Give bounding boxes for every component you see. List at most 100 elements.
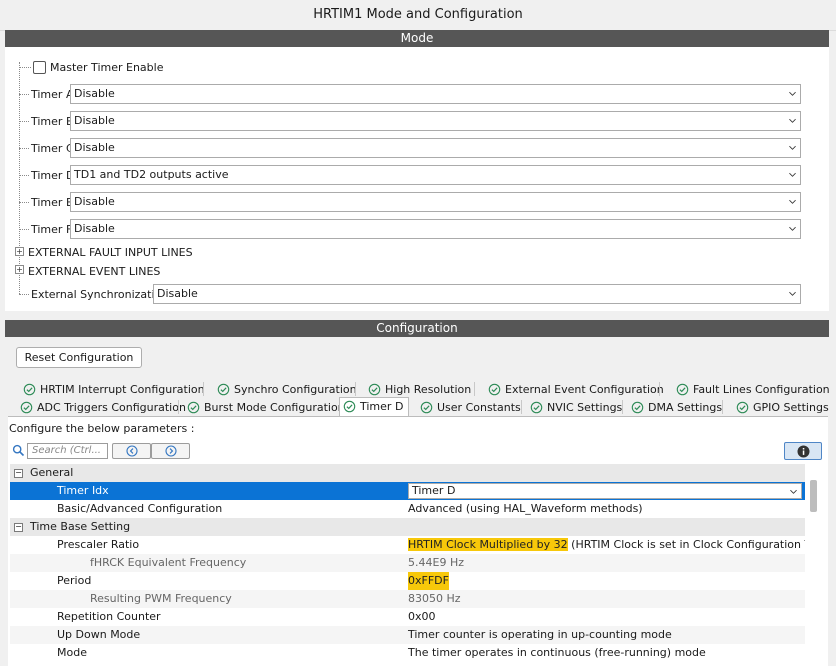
search-input[interactable]: Search (Ctrl... — [27, 443, 108, 459]
chevron-down-icon — [789, 91, 796, 96]
timer-d-label: Timer D — [31, 169, 75, 182]
tab-label: NVIC Settings — [547, 401, 623, 414]
info-button[interactable] — [784, 442, 822, 460]
mode-section-header: Mode — [5, 30, 829, 47]
check-circle-icon — [676, 383, 689, 396]
collapse-minus-icon[interactable]: − — [14, 469, 23, 478]
chevron-down-icon — [789, 226, 796, 231]
ext-sync-select[interactable]: Disable — [153, 284, 801, 304]
event-lines-node[interactable]: EXTERNAL EVENT LINES — [28, 265, 160, 278]
tab-timer-d[interactable]: Timer D — [339, 397, 409, 417]
tab-adc-triggers[interactable]: ADC Triggers Configuration — [17, 399, 186, 416]
param-row-mode[interactable]: Mode The timer operates in continuous (f… — [10, 644, 805, 662]
tab-nvic-settings[interactable]: NVIC Settings — [527, 399, 622, 416]
param-row-period[interactable]: Period 0xFFDF — [10, 572, 805, 590]
param-name: Basic/Advanced Configuration — [57, 502, 223, 515]
param-value-highlighted: 0xFFDF — [408, 572, 449, 590]
search-next-button[interactable] — [151, 443, 190, 459]
param-row-prescaler[interactable]: Prescaler Ratio HRTIM Clock Multiplied b… — [10, 536, 805, 554]
chevron-down-icon — [790, 489, 797, 494]
tab-separator — [659, 382, 660, 396]
table-scrollbar[interactable] — [810, 480, 817, 512]
tree-branch — [19, 121, 29, 122]
tab-user-constants[interactable]: User Constants — [417, 399, 521, 416]
check-circle-icon — [420, 401, 433, 414]
chevron-down-icon — [789, 118, 796, 123]
tab-separator — [355, 382, 356, 396]
timer-a-select[interactable]: Disable — [70, 84, 801, 104]
param-row-fhrck: fHRCK Equivalent Frequency 5.44E9 Hz — [10, 554, 805, 572]
group-general-row[interactable]: − General — [10, 464, 805, 482]
fault-lines-node[interactable]: EXTERNAL FAULT INPUT LINES — [28, 246, 193, 259]
param-row-up-down-mode[interactable]: Up Down Mode Timer counter is operating … — [10, 626, 805, 644]
tab-separator — [178, 400, 179, 414]
check-circle-icon — [187, 401, 200, 414]
chevron-down-icon — [789, 145, 796, 150]
tab-separator — [521, 400, 522, 414]
tab-separator — [203, 382, 204, 396]
reset-configuration-button[interactable]: Reset Configuration — [16, 347, 142, 368]
tree-connector — [19, 62, 20, 294]
tab-external-event[interactable]: External Event Configuration — [485, 381, 664, 398]
param-value: The timer operates in continuous (free-r… — [408, 646, 706, 659]
expand-plus-icon[interactable]: + — [15, 265, 24, 274]
check-circle-icon — [217, 383, 230, 396]
timer-d-select[interactable]: TD1 and TD2 outputs active — [70, 165, 801, 185]
expand-plus-icon[interactable]: + — [15, 247, 24, 256]
tree-branch — [19, 67, 31, 68]
group-label: General — [30, 466, 74, 479]
tab-burst-mode[interactable]: Burst Mode Configuration — [184, 399, 345, 416]
tab-high-resolution[interactable]: High Resolution — [365, 381, 471, 398]
param-name: fHRCK Equivalent Frequency — [90, 556, 247, 569]
tab-fault-lines[interactable]: Fault Lines Configuration — [673, 381, 830, 398]
tab-synchro[interactable]: Synchro Configuration — [214, 381, 357, 398]
check-circle-icon — [20, 401, 33, 414]
param-name: Timer Idx — [57, 484, 109, 497]
master-timer-checkbox[interactable] — [33, 61, 46, 74]
info-icon — [797, 445, 810, 458]
tab-label: External Event Configuration — [505, 383, 664, 396]
group-time-base-row[interactable]: − Time Base Setting — [10, 518, 805, 536]
chevron-down-icon — [789, 172, 796, 177]
param-row-pwm-frequency: Resulting PWM Frequency 83050 Hz — [10, 590, 805, 608]
param-name: Mode — [57, 646, 87, 659]
collapse-minus-icon[interactable]: − — [14, 523, 23, 532]
tab-label: Synchro Configuration — [234, 383, 357, 396]
param-value: Timer D — [412, 484, 456, 497]
param-value-highlighted: HRTIM Clock Multiplied by 32 — [408, 538, 568, 551]
params-heading: Configure the below parameters : — [9, 422, 195, 435]
tab-dma-settings[interactable]: DMA Settings — [628, 399, 722, 416]
chevron-down-icon — [789, 199, 796, 204]
tab-gpio-settings[interactable]: GPIO Settings — [733, 399, 829, 416]
tab-hrtim-interrupt[interactable]: HRTIM Interrupt Configuration — [20, 381, 205, 398]
timer-e-label: Timer E — [31, 196, 73, 209]
tab-label: User Constants — [437, 401, 521, 414]
param-row-timer-idx[interactable]: Timer Idx Timer D — [10, 482, 805, 500]
master-timer-label: Master Timer Enable — [50, 61, 164, 74]
parameter-table: − General Timer Idx Timer D Basic/Advanc… — [10, 464, 805, 665]
param-name: Prescaler Ratio — [57, 538, 140, 551]
param-value: 5.44E9 Hz — [408, 556, 464, 569]
search-previous-button[interactable] — [112, 443, 151, 459]
timer-idx-select[interactable]: Timer D — [408, 483, 802, 499]
tab-separator — [722, 400, 723, 414]
timer-b-select[interactable]: Disable — [70, 111, 801, 131]
timer-f-select[interactable]: Disable — [70, 219, 801, 239]
check-circle-icon — [530, 401, 543, 414]
check-circle-icon — [23, 383, 36, 396]
timer-c-select[interactable]: Disable — [70, 138, 801, 158]
param-name: Period — [57, 574, 92, 587]
param-row-basic-advanced[interactable]: Basic/Advanced Configuration Advanced (u… — [10, 500, 805, 518]
arrow-right-circle-icon — [165, 445, 177, 457]
tree-branch — [19, 94, 29, 95]
param-value-note: (HRTIM Clock is set in Clock Configurati… — [571, 538, 805, 551]
timer-e-value: Disable — [74, 195, 115, 208]
ext-sync-value: Disable — [157, 287, 198, 300]
tree-branch — [19, 294, 29, 295]
timer-e-select[interactable]: Disable — [70, 192, 801, 212]
check-circle-icon — [368, 383, 381, 396]
tree-branch — [19, 148, 29, 149]
param-value: Advanced (using HAL_Waveform methods) — [408, 502, 643, 515]
tab-label: HRTIM Interrupt Configuration — [40, 383, 205, 396]
param-row-repetition-counter[interactable]: Repetition Counter 0x00 — [10, 608, 805, 626]
